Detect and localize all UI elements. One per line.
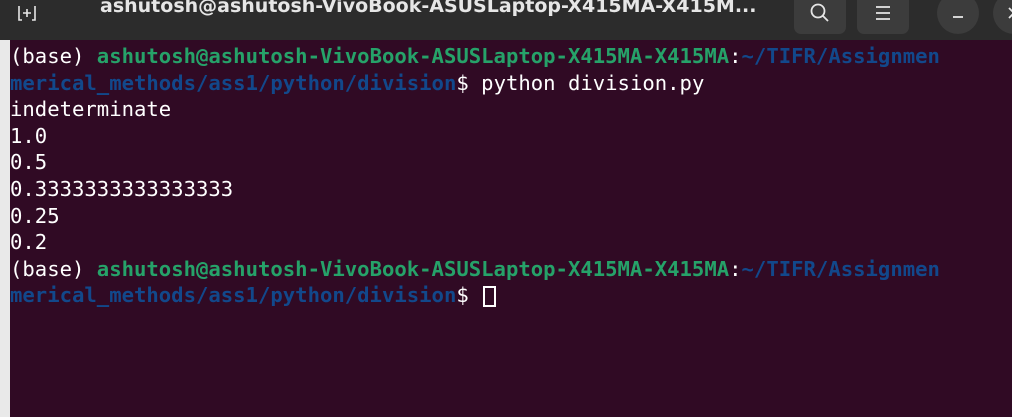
- new-tab-button[interactable]: [0, 0, 54, 34]
- conda-env-label: (base): [10, 256, 97, 281]
- close-icon: [1008, 7, 1012, 19]
- prompt-dollar: $: [456, 70, 482, 95]
- terminal-output-area[interactable]: (base) ashutosh@ashutosh-VivoBook-ASUSLa…: [10, 40, 1012, 417]
- user-host: ashutosh@ashutosh-VivoBook-ASUSLaptop-X4…: [96, 256, 730, 281]
- working-directory: ~/TIFR/Assignmen: [741, 256, 940, 281]
- prompt-colon: :: [729, 256, 742, 281]
- new-tab-icon: [18, 6, 36, 21]
- working-directory-wrap: merical_methods/ass1/python/division: [10, 283, 457, 308]
- working-directory: ~/TIFR/Assignmen: [741, 44, 940, 68]
- prompt-line: (base) ashutosh@ashutosh-VivoBook-ASUSLa…: [10, 256, 1012, 283]
- window-title: ashutosh@ashutosh-VivoBook-ASUSLaptop-X4…: [100, 0, 757, 17]
- command-text: python division.py: [481, 70, 705, 95]
- prompt-line-wrapped: merical_methods/ass1/python/division$: [10, 282, 1012, 309]
- search-button[interactable]: [794, 0, 846, 34]
- prompt-line-wrapped: merical_methods/ass1/python/division$ py…: [10, 70, 1012, 97]
- conda-env-label: (base): [10, 44, 97, 68]
- prompt-colon: :: [729, 44, 742, 68]
- output-line: 1.0: [10, 123, 48, 148]
- close-button[interactable]: [993, 0, 1012, 34]
- prompt-line: (base) ashutosh@ashutosh-VivoBook-ASUSLa…: [10, 43, 1012, 70]
- output-line: indeterminate: [10, 97, 172, 122]
- search-icon: [810, 3, 829, 22]
- output-line: 0.25: [10, 203, 60, 228]
- hamburger-menu-icon: [876, 6, 890, 20]
- output-line: 0.2: [10, 230, 48, 255]
- prompt-dollar: $: [456, 283, 482, 308]
- working-directory-wrap: merical_methods/ass1/python/division: [10, 70, 457, 95]
- menu-button[interactable]: [857, 0, 909, 34]
- user-host: ashutosh@ashutosh-VivoBook-ASUSLaptop-X4…: [96, 44, 730, 68]
- text-cursor[interactable]: [483, 285, 497, 307]
- minimize-button[interactable]: [937, 0, 979, 34]
- output-line: 0.3333333333333333: [10, 176, 234, 201]
- terminal-titlebar[interactable]: ashutosh@ashutosh-VivoBook-ASUSLaptop-X4…: [0, 0, 1012, 40]
- output-line: 0.5: [10, 150, 48, 175]
- minimize-icon: [953, 16, 963, 18]
